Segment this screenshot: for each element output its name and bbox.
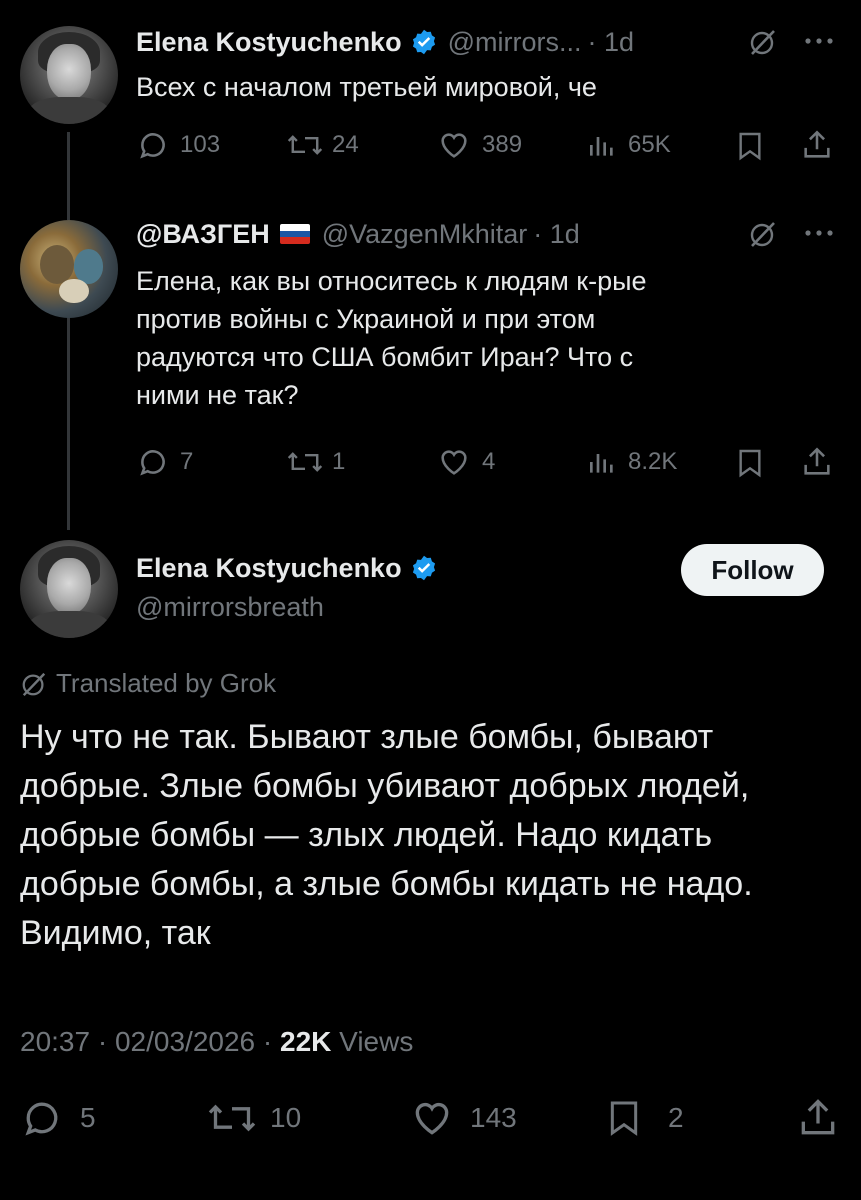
reply-icon bbox=[140, 133, 165, 159]
like-count: 143 bbox=[470, 1102, 517, 1133]
views-count: 22K bbox=[280, 1026, 332, 1057]
timestamp[interactable]: · 1d bbox=[533, 219, 580, 250]
reply-count: 5 bbox=[80, 1102, 96, 1133]
tweet-text-line: добрые бомбы, а злые бомбы кидать не над… bbox=[20, 865, 753, 903]
grok-icon bbox=[22, 672, 46, 696]
thread-connector-line bbox=[67, 132, 70, 220]
repost-count: 1 bbox=[332, 448, 346, 475]
more-options-icon[interactable] bbox=[804, 228, 834, 238]
views-count: 65K bbox=[628, 131, 671, 158]
like-button[interactable]: 4 bbox=[436, 445, 495, 479]
share-icon[interactable] bbox=[796, 1096, 840, 1140]
repost-button[interactable]: 24 bbox=[286, 128, 359, 162]
grok-icon[interactable] bbox=[748, 27, 778, 57]
tweet-text-line: Ну что не так. Бывают злые бомбы, бывают bbox=[20, 718, 714, 756]
views-label: Views bbox=[339, 1026, 414, 1057]
translation-note[interactable]: Translated by Grok bbox=[20, 668, 276, 699]
reply-button[interactable]: 5 bbox=[20, 1096, 96, 1140]
reply-icon bbox=[140, 450, 165, 476]
heart-icon bbox=[441, 450, 467, 475]
author-name[interactable]: Elena Kostyuchenko bbox=[136, 553, 402, 584]
bookmark-button[interactable]: 2 bbox=[604, 1096, 684, 1140]
like-button[interactable]: 143 bbox=[408, 1096, 517, 1140]
grok-icon[interactable] bbox=[748, 219, 778, 249]
repost-icon bbox=[287, 135, 323, 155]
tweet-text-line: добрые бомбы — злых людей. Надо кидать bbox=[20, 816, 713, 854]
views-button[interactable]: 65K bbox=[586, 128, 671, 162]
russia-flag-icon bbox=[279, 224, 310, 244]
reply-icon bbox=[25, 1102, 58, 1136]
verified-badge-icon bbox=[412, 29, 435, 55]
repost-icon bbox=[287, 452, 323, 472]
share-icon[interactable] bbox=[800, 445, 834, 479]
views-button[interactable]: 8.2K bbox=[586, 445, 677, 479]
author-name[interactable]: @ВАЗГЕН bbox=[136, 219, 270, 250]
thread-connector-line bbox=[67, 316, 70, 530]
reply-button[interactable]: 7 bbox=[136, 445, 193, 479]
translated-label: Translated by Grok bbox=[56, 668, 277, 698]
author-handle[interactable]: @VazgenMkhitar bbox=[322, 219, 528, 250]
like-button[interactable]: 389 bbox=[436, 128, 522, 162]
bookmark-icon bbox=[610, 1101, 638, 1136]
avatar[interactable] bbox=[20, 540, 118, 638]
more-options-icon[interactable] bbox=[804, 36, 834, 46]
post-date[interactable]: 02/03/2026 bbox=[115, 1026, 255, 1057]
tweet-text-line: добрые. Злые бомбы убивают добрых людей, bbox=[20, 767, 750, 805]
tweet-text-line: против войны с Украиной и при этом bbox=[136, 304, 596, 334]
tweet-meta: 20:37 · 02/03/2026 · 22K Views bbox=[20, 1026, 414, 1057]
repost-icon bbox=[208, 1104, 256, 1132]
bookmark-icon[interactable] bbox=[734, 447, 766, 479]
reply-button[interactable]: 103 bbox=[136, 128, 220, 162]
reply-count: 7 bbox=[180, 448, 194, 475]
author-handle[interactable]: @mirrors... bbox=[448, 27, 582, 58]
views-count: 8.2K bbox=[628, 448, 678, 475]
author-name[interactable]: Elena Kostyuchenko bbox=[136, 27, 402, 58]
timestamp[interactable]: · 1d bbox=[587, 27, 634, 58]
repost-button[interactable]: 10 bbox=[206, 1096, 301, 1140]
follow-button[interactable]: Follow bbox=[681, 544, 824, 596]
avatar[interactable] bbox=[20, 220, 118, 318]
reply-count: 103 bbox=[180, 131, 221, 158]
repost-count: 10 bbox=[270, 1102, 302, 1133]
author-handle[interactable]: @mirrorsbreath bbox=[136, 592, 324, 623]
repost-button[interactable]: 1 bbox=[286, 445, 345, 479]
like-count: 4 bbox=[482, 448, 496, 475]
heart-icon bbox=[415, 1103, 449, 1135]
tweet-text-line: радуются что США бомбит Иран? Что с bbox=[136, 342, 634, 372]
tweet-text: Всех с началом третьей мировой, че bbox=[136, 72, 597, 102]
repost-count: 24 bbox=[332, 131, 359, 158]
bookmark-icon[interactable] bbox=[734, 130, 766, 162]
tweet-text: Ну что не так. Бывают злые бомбы, бывают… bbox=[20, 713, 850, 958]
tweet-text-line: ними не так? bbox=[136, 380, 299, 410]
tweet-text: Елена, как вы относитесь к людям к-рые п… bbox=[136, 262, 836, 414]
share-icon[interactable] bbox=[800, 128, 834, 162]
analytics-icon bbox=[590, 137, 613, 156]
analytics-icon bbox=[590, 454, 613, 473]
like-count: 389 bbox=[482, 131, 523, 158]
avatar[interactable] bbox=[20, 26, 118, 124]
bookmark-count: 2 bbox=[668, 1102, 684, 1133]
tweet-text-line: Елена, как вы относитесь к людям к-рые bbox=[136, 266, 647, 296]
heart-icon bbox=[441, 133, 467, 158]
tweet-text-line: Видимо, так bbox=[20, 914, 211, 952]
verified-badge-icon bbox=[412, 555, 435, 581]
post-time[interactable]: 20:37 bbox=[20, 1026, 90, 1057]
